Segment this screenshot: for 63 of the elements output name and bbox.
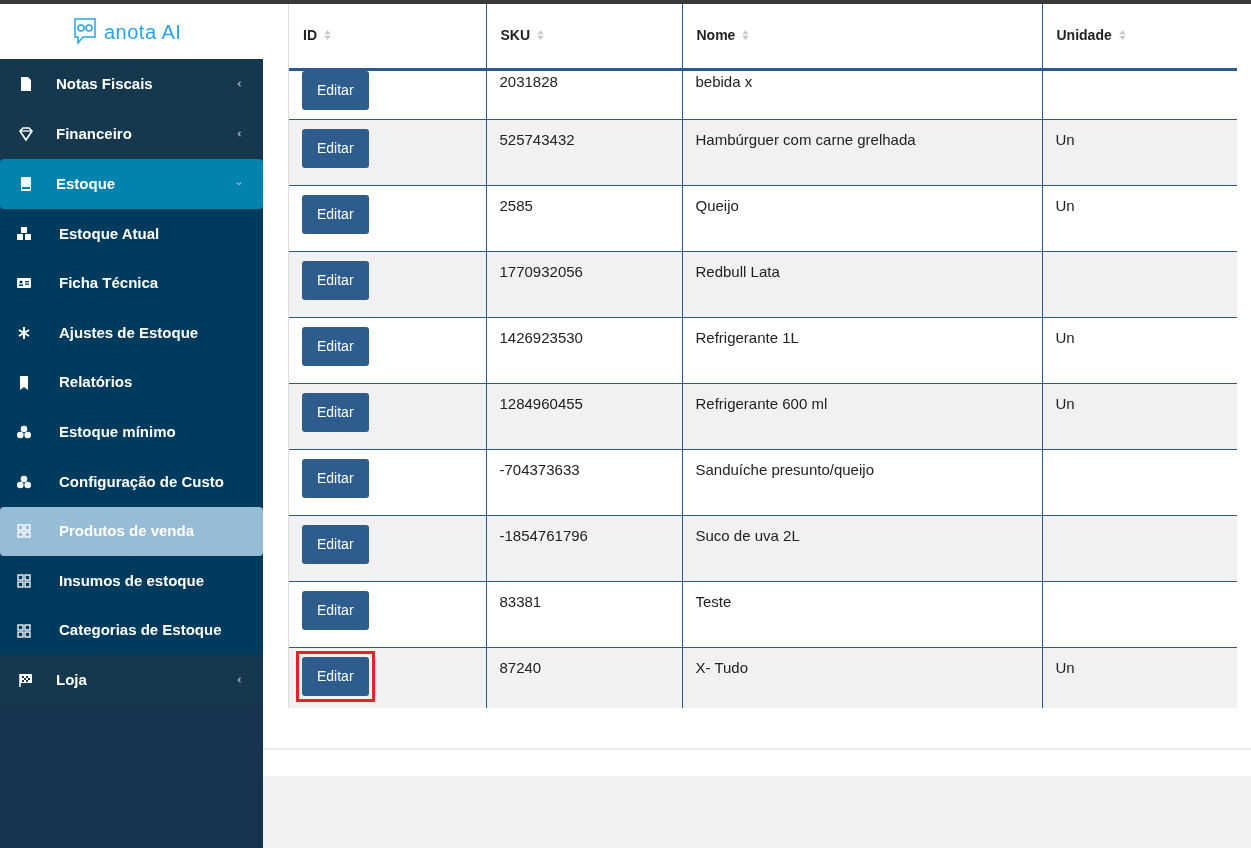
edit-button[interactable]: Editar	[302, 260, 369, 300]
table-cell: Redbull Lata	[682, 251, 1042, 317]
sidebar-subitem[interactable]: Categorias de Estoque	[0, 605, 263, 656]
table-cell: 1426923530	[486, 317, 682, 383]
table-cell: -704373633	[486, 449, 682, 515]
table-cell: 2031828	[486, 69, 682, 119]
document-icon	[18, 76, 34, 92]
sidebar-item[interactable]: Estoque	[0, 159, 263, 209]
logo-text: anota AI	[104, 19, 182, 45]
edit-button[interactable]: Editar	[302, 524, 369, 564]
sidebar-subitem[interactable]: Insumos de estoque	[0, 556, 263, 606]
column-header[interactable]: Nome	[682, 4, 1042, 69]
table-cell: bebida x	[682, 69, 1042, 119]
grid-icon	[16, 622, 32, 639]
table-cell: Hambúrguer com carne grelhada	[682, 119, 1042, 185]
table-cell: X- Tudo	[682, 647, 1042, 708]
edit-button[interactable]: Editar	[302, 392, 369, 432]
table-cell: Un	[1042, 317, 1237, 383]
table-cell: Refrigerante 600 ml	[682, 383, 1042, 449]
column-header[interactable]: Unidade	[1042, 4, 1237, 69]
table-cell: Un	[1042, 119, 1237, 185]
column-header[interactable]: ID	[289, 4, 486, 69]
edit-button[interactable]: Editar	[302, 128, 369, 168]
sidebar-item[interactable]: Financeiro	[0, 109, 263, 159]
table-cell: 2585	[486, 185, 682, 251]
cubes-icon	[16, 473, 32, 490]
column-header[interactable]: SKU	[486, 4, 682, 69]
sidebar-subitem[interactable]: Configuração de Custo	[0, 456, 263, 507]
edit-button[interactable]: Editar	[302, 326, 369, 366]
edit-button[interactable]: Editar	[302, 194, 369, 234]
table-cell: Queijo	[682, 185, 1042, 251]
edit-button[interactable]: Editar	[302, 656, 369, 696]
boxes-icon	[16, 225, 32, 242]
asterisk-icon	[16, 325, 32, 341]
table-cell: Un	[1042, 185, 1237, 251]
flag-icon	[18, 672, 34, 689]
table-cell: Un	[1042, 647, 1237, 708]
table-cell: Teste	[682, 581, 1042, 647]
sidebar-item[interactable]: Loja	[0, 655, 263, 706]
table-cell: Un	[1042, 383, 1237, 449]
diamond-icon	[18, 126, 34, 142]
edit-button[interactable]: Editar	[302, 590, 369, 630]
sidebar-subitem[interactable]: Estoque mínimo	[0, 407, 263, 457]
cubes-icon	[16, 424, 32, 441]
sidebar-subitem[interactable]: Ajustes de Estoque	[0, 308, 263, 358]
grid-icon	[16, 523, 32, 540]
sidebar-subitem[interactable]: Relatórios	[0, 357, 263, 408]
table-cell: 87240	[486, 647, 682, 708]
edit-button[interactable]: Editar	[302, 70, 369, 110]
table-cell: Refrigerante 1L	[682, 317, 1042, 383]
table-cell: -1854761796	[486, 515, 682, 581]
table-cell: 1770932056	[486, 251, 682, 317]
table-cell: Sanduíche presunto/queijo	[682, 449, 1042, 515]
table-cell: 1284960455	[486, 383, 682, 449]
edit-button[interactable]: Editar	[302, 458, 369, 498]
book-icon	[18, 176, 34, 192]
table-cell: Suco de uva 2L	[682, 515, 1042, 581]
sidebar-subitem[interactable]: Estoque Atual	[0, 209, 263, 259]
table-cell: 525743432	[486, 119, 682, 185]
sidebar-subitem[interactable]: Ficha Técnica	[0, 258, 263, 309]
grid-icon	[16, 572, 32, 589]
sidebar-item[interactable]: Notas Fiscais	[0, 59, 263, 109]
table-cell: 83381	[486, 581, 682, 647]
